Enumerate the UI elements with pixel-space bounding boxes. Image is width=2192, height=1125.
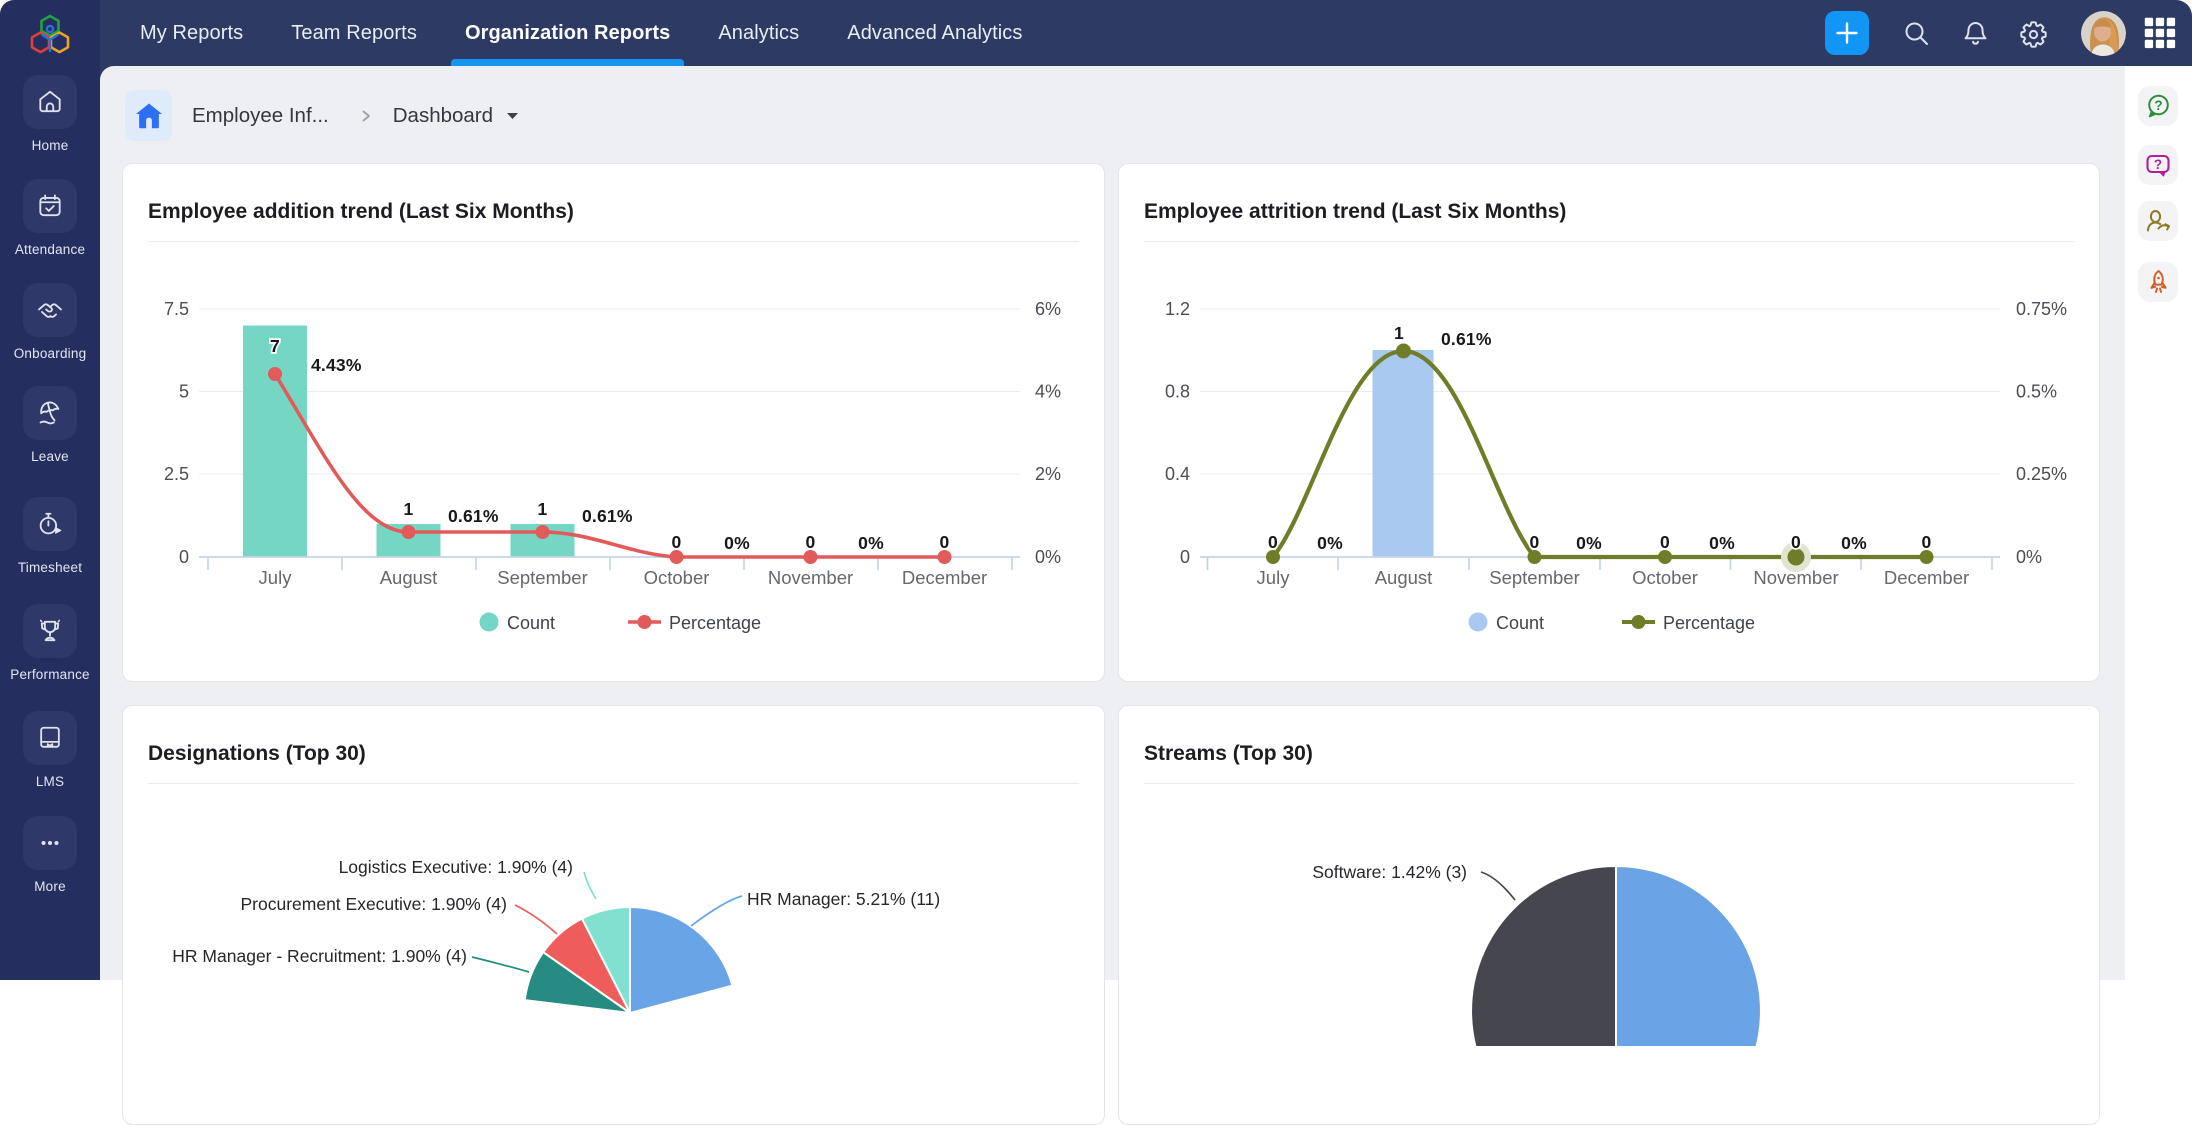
svg-text:Percentage: Percentage: [669, 613, 761, 633]
svg-text:Logistics Executive: 1.90% (4): Logistics Executive: 1.90% (4): [339, 857, 573, 877]
svg-text:December: December: [902, 567, 987, 588]
svg-text:0.4: 0.4: [1165, 464, 1190, 484]
svg-text:0.61%: 0.61%: [582, 506, 633, 526]
svg-text:7.5: 7.5: [164, 299, 189, 319]
svg-text:0%: 0%: [858, 533, 884, 553]
svg-text:0: 0: [1791, 532, 1801, 552]
svg-text:0: 0: [672, 532, 682, 552]
svg-text:4%: 4%: [1035, 382, 1061, 402]
svg-text:0%: 0%: [1035, 547, 1061, 567]
svg-text:0.8: 0.8: [1165, 382, 1190, 402]
svg-text:1.2: 1.2: [1165, 299, 1190, 319]
svg-text:July: July: [1257, 567, 1291, 588]
svg-text:September: September: [497, 567, 588, 588]
svg-text:0: 0: [179, 547, 189, 567]
svg-text:6%: 6%: [1035, 299, 1061, 319]
svg-text:2.5: 2.5: [164, 464, 189, 484]
svg-text:October: October: [644, 567, 710, 588]
svg-text:1: 1: [404, 499, 414, 519]
svg-text:HR Manager: 5.21% (11): HR Manager: 5.21% (11): [747, 889, 940, 909]
svg-text:0: 0: [940, 532, 950, 552]
svg-text:August: August: [380, 567, 438, 588]
svg-text:0.61%: 0.61%: [448, 506, 499, 526]
svg-text:0: 0: [1268, 532, 1278, 552]
svg-text:0: 0: [1530, 532, 1540, 552]
svg-text:0%: 0%: [1576, 533, 1602, 553]
svg-text:0%: 0%: [724, 533, 750, 553]
svg-text:?: ?: [2154, 157, 2162, 172]
svg-text:0: 0: [1922, 532, 1932, 552]
svg-text:August: August: [1375, 567, 1433, 588]
svg-text:October: October: [1632, 567, 1698, 588]
svg-text:0: 0: [1180, 547, 1190, 567]
svg-text:July: July: [259, 567, 293, 588]
svg-text:December: December: [1884, 567, 1969, 588]
svg-text:7: 7: [270, 336, 280, 356]
svg-text:0: 0: [1660, 532, 1670, 552]
svg-text:Percentage: Percentage: [1663, 613, 1755, 633]
svg-text:Count: Count: [1496, 613, 1544, 633]
svg-text:0.5%: 0.5%: [2016, 382, 2057, 402]
svg-text:November: November: [768, 567, 853, 588]
svg-text:0.61%: 0.61%: [1441, 329, 1492, 349]
svg-text:?: ?: [2154, 98, 2162, 113]
svg-text:5: 5: [179, 382, 189, 402]
svg-text:September: September: [1489, 567, 1580, 588]
svg-text:2%: 2%: [1035, 464, 1061, 484]
svg-text:4.43%: 4.43%: [311, 355, 362, 375]
svg-text:0.75%: 0.75%: [2016, 299, 2067, 319]
svg-text:0%: 0%: [1841, 533, 1867, 553]
svg-text:0%: 0%: [1317, 533, 1343, 553]
svg-text:0%: 0%: [1709, 533, 1735, 553]
svg-text:Procurement Executive: 1.90% (: Procurement Executive: 1.90% (4): [240, 894, 507, 914]
svg-text:0%: 0%: [2016, 547, 2042, 567]
svg-text:HR Manager - Recruitment: 1.90: HR Manager - Recruitment: 1.90% (4): [172, 946, 467, 966]
svg-text:1: 1: [1394, 323, 1404, 343]
svg-text:1: 1: [538, 499, 548, 519]
svg-text:Count: Count: [507, 613, 555, 633]
svg-text:0: 0: [806, 532, 816, 552]
svg-text:Software: 1.42% (3): Software: 1.42% (3): [1312, 862, 1467, 882]
svg-text:0.25%: 0.25%: [2016, 464, 2067, 484]
